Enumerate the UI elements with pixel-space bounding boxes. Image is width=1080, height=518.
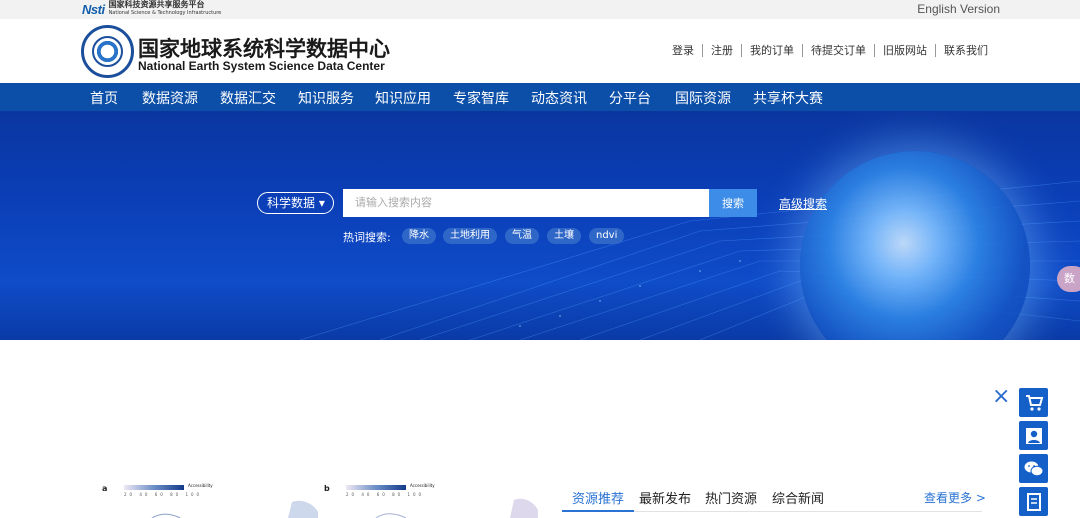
site-title-en: National Earth System Science Data Cente… (138, 59, 385, 73)
side-float-tab[interactable]: 数 (1057, 266, 1080, 292)
site-logo-emblem (92, 36, 123, 67)
resource-thumbnail-b[interactable]: b Accessibility 20 40 60 80 100 (324, 480, 544, 518)
hot-tag-soil[interactable]: 土壤 (547, 228, 581, 244)
nav-item-data-submission[interactable]: 数据汇交 (220, 88, 276, 108)
tab-resource-recommend[interactable]: 资源推荐 (572, 488, 624, 507)
search-button[interactable]: 搜索 (709, 189, 757, 217)
user-icon[interactable] (1019, 421, 1048, 450)
tab-hot-resources[interactable]: 热门资源 (705, 488, 757, 507)
nsti-name-cn: 国家科技资源共享服务平台 (108, 0, 205, 9)
nav-item-home[interactable]: 首页 (90, 88, 118, 108)
thumbnail-map-graphic (151, 500, 318, 518)
hot-words-label: 热词搜索: (343, 231, 391, 244)
hero-banner: 科学数据 ▾ 搜索 高级搜索 热词搜索: 降水 土地利用 气温 土壤 ndvi … (0, 111, 1080, 340)
search-input[interactable] (343, 189, 709, 217)
hot-tag-land-use[interactable]: 土地利用 (443, 228, 497, 244)
cart-icon[interactable] (1019, 388, 1048, 417)
nav-item-experts[interactable]: 专家智库 (453, 88, 509, 108)
user-links: 登录 注册 我的订单 待提交订单 旧版网站 联系我们 (664, 44, 996, 57)
site-logo-icon[interactable] (81, 25, 134, 78)
pending-orders-link[interactable]: 待提交订单 (802, 44, 874, 57)
nsti-logo[interactable]: Nsti 国家科技资源共享服务平台 National Science & Tec… (82, 1, 221, 17)
thumbnail-legend-label: Accessibility (188, 483, 213, 488)
search-scope-select[interactable]: 科学数据 ▾ (257, 192, 334, 214)
nav-item-knowledge-application[interactable]: 知识应用 (375, 88, 431, 108)
nav-item-knowledge-service[interactable]: 知识服务 (298, 88, 354, 108)
top-bar: Nsti 国家科技资源共享服务平台 National Science & Tec… (0, 0, 1080, 19)
nsti-logo-text: 国家科技资源共享服务平台 National Science & Technolo… (109, 1, 222, 17)
contact-link[interactable]: 联系我们 (935, 44, 996, 57)
nsti-name-en: National Science & Technology Infrastruc… (108, 10, 222, 16)
close-icon[interactable]: × (992, 386, 1010, 408)
book-icon[interactable] (1019, 487, 1048, 516)
login-link[interactable]: 登录 (664, 44, 702, 57)
nav-item-international[interactable]: 国际资源 (675, 88, 731, 108)
old-site-link[interactable]: 旧版网站 (874, 44, 935, 57)
hot-tag-ndvi[interactable]: ndvi (589, 228, 625, 244)
thumbnail-map-graphic (375, 498, 538, 518)
thumbnail-legend-bar (346, 485, 406, 490)
hot-tag-precipitation[interactable]: 降水 (402, 228, 436, 244)
wechat-icon-glyph (1024, 461, 1043, 476)
wechat-icon[interactable] (1019, 454, 1048, 483)
view-more-link[interactable]: 查看更多 > (924, 489, 986, 506)
my-orders-link[interactable]: 我的订单 (741, 44, 802, 57)
nsti-logo-mark: Nsti (82, 1, 105, 17)
active-tab-underline (562, 510, 634, 512)
site-header: 国家地球系统科学数据中心 National Earth System Scien… (0, 19, 1080, 83)
tab-latest-release[interactable]: 最新发布 (639, 488, 691, 507)
thumbnail-legend-bar (124, 485, 184, 490)
register-link[interactable]: 注册 (702, 44, 741, 57)
resource-thumbnail-a[interactable]: a Accessibility 20 40 60 80 100 (102, 480, 322, 518)
cart-icon-glyph (1025, 394, 1043, 411)
tab-general-news[interactable]: 综合新闻 (772, 488, 824, 507)
nav-item-news[interactable]: 动态资讯 (531, 88, 587, 108)
book-icon-glyph (1026, 492, 1041, 511)
nav-item-contest[interactable]: 共享杯大赛 (753, 88, 823, 108)
main-nav: 首页 数据资源 数据汇交 知识服务 知识应用 专家智库 动态资讯 分平台 国际资… (0, 83, 1080, 111)
hot-tag-temperature[interactable]: 气温 (505, 228, 539, 244)
user-icon-glyph (1025, 427, 1042, 444)
thumbnail-letter: a (102, 484, 108, 493)
nav-item-data-resources[interactable]: 数据资源 (142, 88, 198, 108)
thumbnail-legend-label: Accessibility (410, 483, 435, 488)
nav-item-sub-platforms[interactable]: 分平台 (609, 88, 651, 108)
resource-tabs: 资源推荐 最新发布 热门资源 综合新闻 (562, 488, 982, 512)
english-version-link[interactable]: English Version (917, 2, 1000, 16)
advanced-search-link[interactable]: 高级搜索 (779, 195, 827, 212)
thumbnail-letter: b (324, 484, 330, 493)
